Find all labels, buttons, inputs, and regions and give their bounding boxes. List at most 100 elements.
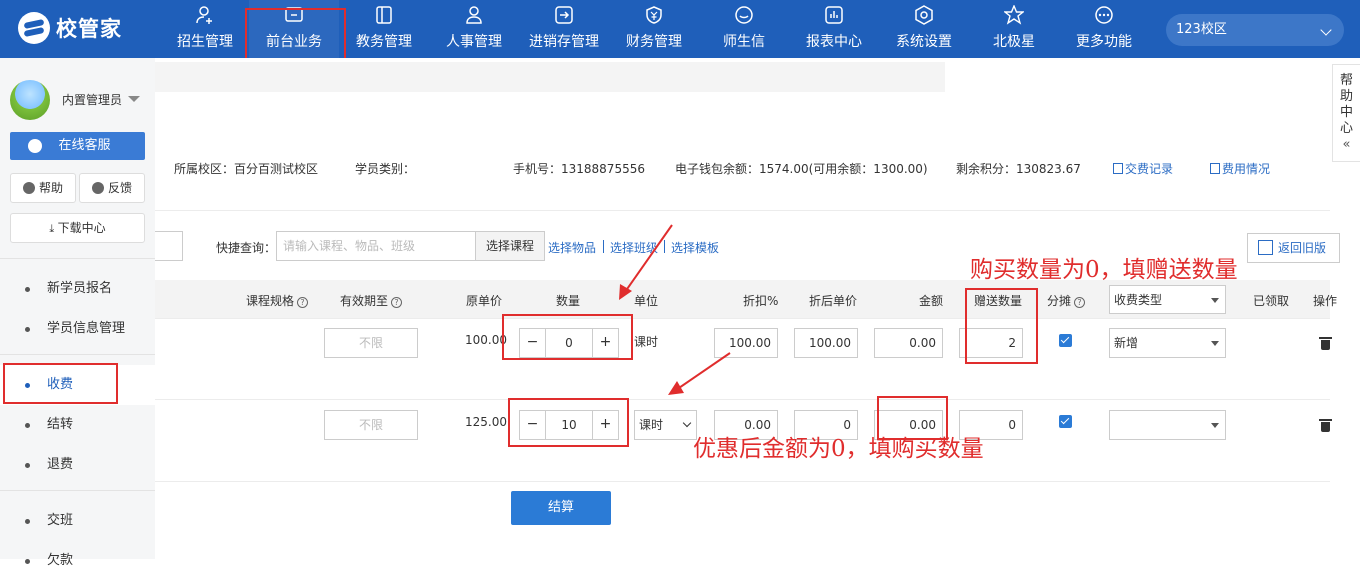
delete-icon[interactable] bbox=[1319, 337, 1332, 350]
annotation-bottom: 优惠后金额为0，填购买数量 bbox=[693, 436, 984, 462]
delete-icon[interactable] bbox=[1319, 419, 1332, 432]
caret-down-icon bbox=[1211, 423, 1219, 428]
nav-label: 系统设置 bbox=[896, 34, 952, 50]
nav-item-admissions[interactable]: 招生管理 bbox=[160, 0, 250, 58]
admin-name[interactable]: 内置管理员 bbox=[62, 91, 122, 108]
unit-select[interactable]: 课时 bbox=[634, 410, 697, 440]
download-center-label: 下载中心 bbox=[57, 221, 106, 235]
sidebar-item-label: 新学员报名 bbox=[47, 281, 113, 296]
back-to-old-version-button[interactable]: 返回旧版 bbox=[1247, 233, 1340, 263]
valid-until-field[interactable]: 不限 bbox=[324, 410, 418, 440]
divider bbox=[155, 318, 1330, 319]
caret-down-icon bbox=[1211, 341, 1219, 346]
help-center-char: 助 bbox=[1339, 89, 1353, 104]
header-strip bbox=[155, 62, 945, 92]
quick-search-input[interactable]: 请输入课程、物品、班级 bbox=[276, 231, 476, 261]
question-icon[interactable]: ? bbox=[1074, 297, 1086, 308]
sidebar-item-transfer[interactable]: 结转 bbox=[0, 405, 155, 445]
usage-label: 费用情况 bbox=[1222, 162, 1271, 176]
student-phone: 手机号：13188875556 bbox=[513, 162, 645, 176]
book-icon bbox=[376, 6, 392, 24]
feedback-button[interactable]: 反馈 bbox=[79, 173, 145, 203]
nav-item-finance[interactable]: 财务管理 bbox=[609, 0, 699, 58]
select-item-link[interactable]: 选择物品 bbox=[548, 239, 596, 256]
settle-button[interactable]: 结算 bbox=[511, 491, 611, 525]
nav-label: 人事管理 bbox=[446, 34, 502, 50]
person-icon bbox=[466, 6, 482, 24]
sidebar-item-refund[interactable]: 退费 bbox=[0, 445, 155, 485]
nav-item-more[interactable]: 更多功能 bbox=[1059, 0, 1149, 58]
external-link-icon bbox=[1258, 240, 1273, 255]
nav-item-academic[interactable]: 教务管理 bbox=[339, 0, 429, 58]
nav-item-messages[interactable]: 师生信 bbox=[699, 0, 789, 58]
link-separator bbox=[603, 240, 604, 253]
nav-label: 报表中心 bbox=[806, 34, 862, 50]
app-logo[interactable]: 校管家 bbox=[18, 10, 122, 46]
th-unit: 单位 bbox=[634, 294, 659, 308]
help-label: 帮助 bbox=[39, 181, 64, 195]
settings-icon bbox=[915, 5, 933, 25]
nav-label: 招生管理 bbox=[177, 34, 233, 50]
chat-icon bbox=[735, 6, 753, 24]
nav-item-inventory[interactable]: 进销存管理 bbox=[519, 0, 609, 58]
divider bbox=[155, 481, 1330, 482]
feedback-icon bbox=[92, 182, 104, 194]
help-button[interactable]: 帮助 bbox=[10, 173, 76, 203]
apportion-checkbox[interactable] bbox=[1059, 334, 1072, 347]
question-icon[interactable]: ? bbox=[297, 297, 309, 308]
fee-type-header-select[interactable]: 收费类型 bbox=[1109, 285, 1226, 314]
fee-type-select[interactable] bbox=[1109, 410, 1226, 440]
campus-selector[interactable]: 123校区 bbox=[1166, 14, 1344, 46]
help-center-tab[interactable]: 帮 助 中 心 « bbox=[1332, 64, 1360, 162]
nav-label: 北极星 bbox=[993, 34, 1035, 50]
sidebar-item-arrears[interactable]: 欠款 bbox=[0, 541, 155, 581]
sidebar-item-label: 退费 bbox=[47, 457, 74, 472]
help-center-char: 中 bbox=[1339, 105, 1353, 120]
apportion-checkbox[interactable] bbox=[1059, 415, 1072, 428]
nav-item-reports[interactable]: 报表中心 bbox=[789, 0, 879, 58]
partial-input[interactable] bbox=[155, 231, 183, 261]
fee-type-select[interactable]: 新增 bbox=[1109, 328, 1226, 358]
payment-records-link[interactable]: 交费记录 bbox=[1113, 160, 1173, 177]
sidebar-item-label: 交班 bbox=[47, 513, 74, 528]
usage-link[interactable]: 费用情况 bbox=[1210, 160, 1270, 177]
main-content: 所属校区：百分百测试校区 学员类别： 手机号：13188875556 电子钱包余… bbox=[155, 58, 1340, 559]
chevron-down-icon bbox=[1320, 24, 1332, 36]
caret-down-icon[interactable] bbox=[128, 96, 140, 102]
annotation-highlight-qty-row1 bbox=[502, 314, 633, 360]
question-icon[interactable]: ? bbox=[391, 297, 403, 308]
discount-field[interactable]: 100.00 bbox=[714, 328, 778, 358]
select-class-link[interactable]: 选择班级 bbox=[610, 239, 658, 256]
logo-icon bbox=[18, 12, 50, 44]
select-template-link[interactable]: 选择模板 bbox=[671, 239, 719, 256]
avatar[interactable] bbox=[10, 80, 50, 120]
download-center-button[interactable]: ⤓ 下载中心 bbox=[10, 213, 145, 243]
list-icon bbox=[1113, 163, 1123, 174]
sidebar-item-student-info[interactable]: 学员信息管理 bbox=[0, 309, 155, 349]
nav-item-polaris[interactable]: 北极星 bbox=[969, 0, 1059, 58]
nav-label: 教务管理 bbox=[356, 34, 412, 50]
help-center-char: 帮 bbox=[1339, 73, 1353, 88]
th-unit-price: 原单价 bbox=[466, 294, 503, 308]
valid-until-field[interactable]: 不限 bbox=[324, 328, 418, 358]
amount-field[interactable]: 0.00 bbox=[874, 328, 943, 358]
unit-label: 课时 bbox=[634, 335, 659, 349]
unit-price: 100.00 bbox=[465, 333, 507, 347]
back-label: 返回旧版 bbox=[1278, 241, 1327, 255]
service-icon bbox=[28, 139, 42, 153]
nav-item-hr[interactable]: 人事管理 bbox=[429, 0, 519, 58]
sidebar-item-shift-handover[interactable]: 交班 bbox=[0, 501, 155, 541]
th-apportion: 分摊? bbox=[1047, 292, 1086, 309]
download-icon: ⤓ bbox=[49, 222, 58, 235]
quick-search-label: 快捷查询： bbox=[216, 241, 277, 255]
sidebar-item-label: 结转 bbox=[47, 417, 74, 432]
sidebar: 内置管理员 在线客服 帮助 反馈 ⤓ 下载中心 新学员报名 学员信息管理 收费 … bbox=[0, 58, 155, 568]
select-course-button[interactable]: 选择课程 bbox=[475, 231, 545, 261]
double-chevron-left-icon[interactable]: « bbox=[1333, 137, 1360, 153]
th-valid-until: 有效期至? bbox=[340, 292, 403, 309]
nav-item-settings[interactable]: 系统设置 bbox=[879, 0, 969, 58]
nav-label: 更多功能 bbox=[1076, 34, 1132, 50]
discounted-price-field[interactable]: 100.00 bbox=[794, 328, 858, 358]
online-service-button[interactable]: 在线客服 bbox=[10, 132, 145, 160]
sidebar-item-new-enrollment[interactable]: 新学员报名 bbox=[0, 269, 155, 309]
